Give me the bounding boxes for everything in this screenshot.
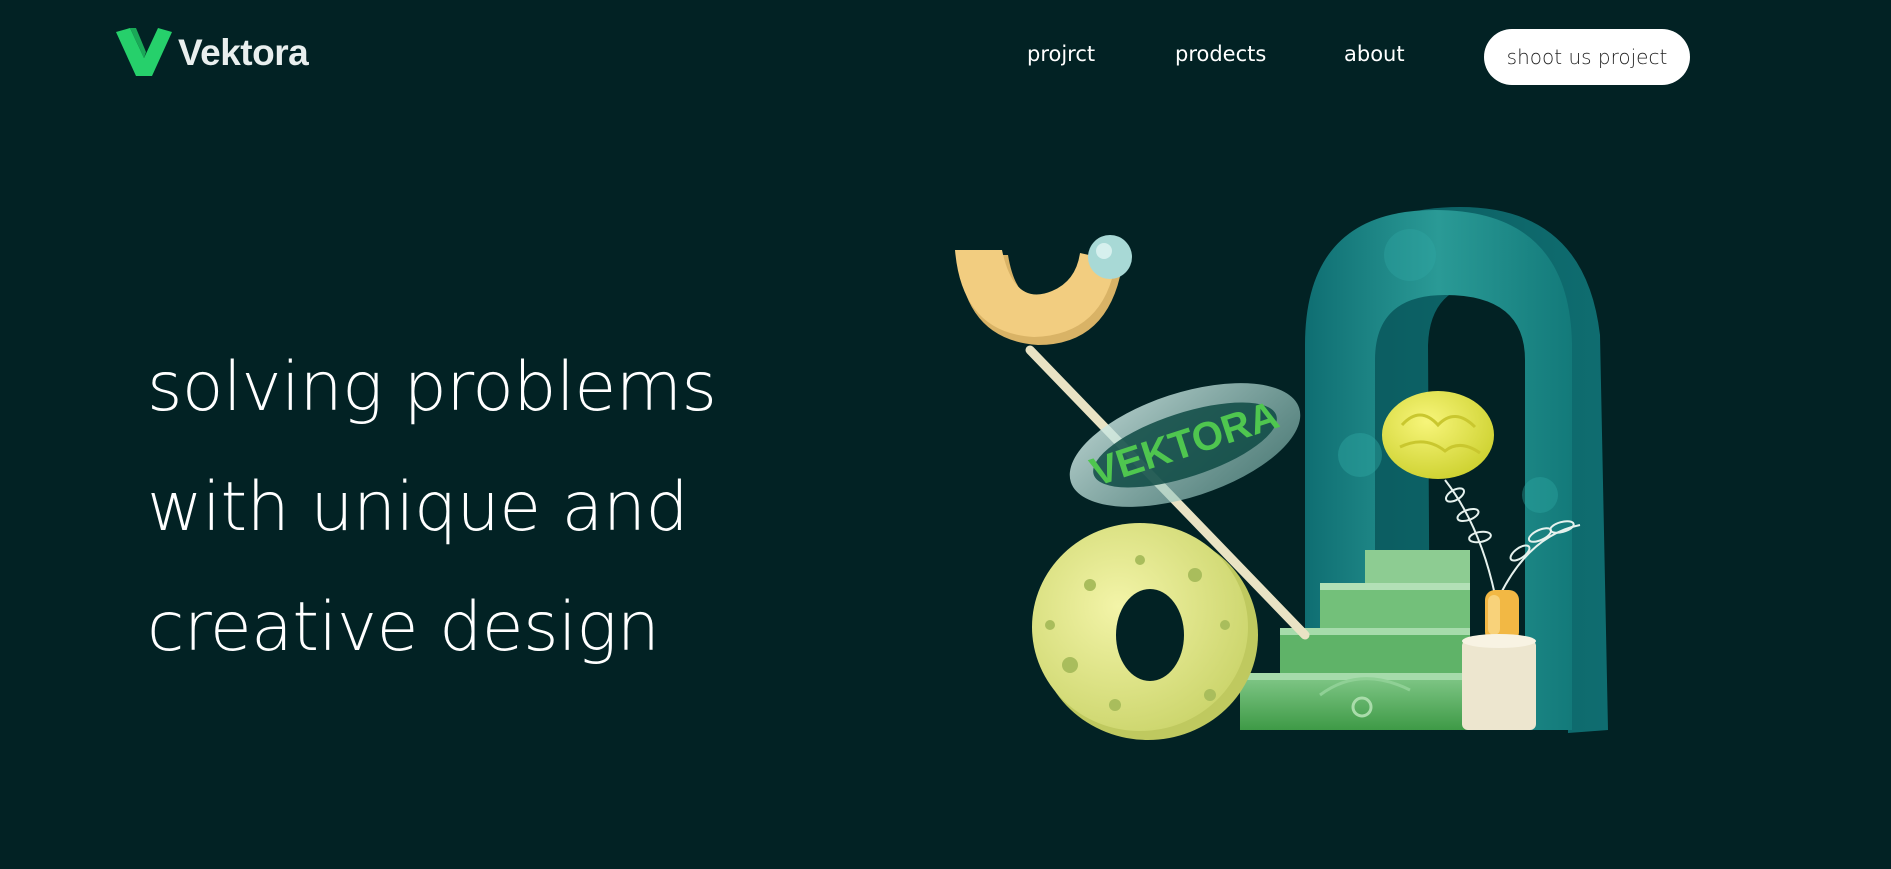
nav-link-projects[interactable]: projrct bbox=[1027, 42, 1095, 66]
nav-link-about[interactable]: about bbox=[1344, 42, 1405, 66]
logo-v-icon bbox=[116, 28, 172, 76]
brain-shape bbox=[1382, 391, 1494, 479]
brand-logo[interactable]: Vektora bbox=[116, 28, 309, 78]
hero-line-2: with unique and bbox=[147, 468, 689, 547]
brand-name: Vektora bbox=[178, 32, 309, 73]
vase-shape bbox=[1462, 590, 1536, 730]
hero-line-3: creative design bbox=[147, 588, 660, 667]
hero-illustration: VEKTORA bbox=[955, 207, 1608, 740]
half-ring-shape bbox=[955, 235, 1132, 345]
nav-link-products[interactable]: prodects bbox=[1175, 42, 1266, 66]
landing-page: Vektora projrct prodects about shoot us … bbox=[0, 0, 1891, 869]
hero-title: solving problems with unique and creativ… bbox=[147, 328, 867, 688]
hero-line-1: solving problems bbox=[147, 348, 717, 427]
shoot-us-project-button[interactable]: shoot us project bbox=[1484, 29, 1690, 85]
